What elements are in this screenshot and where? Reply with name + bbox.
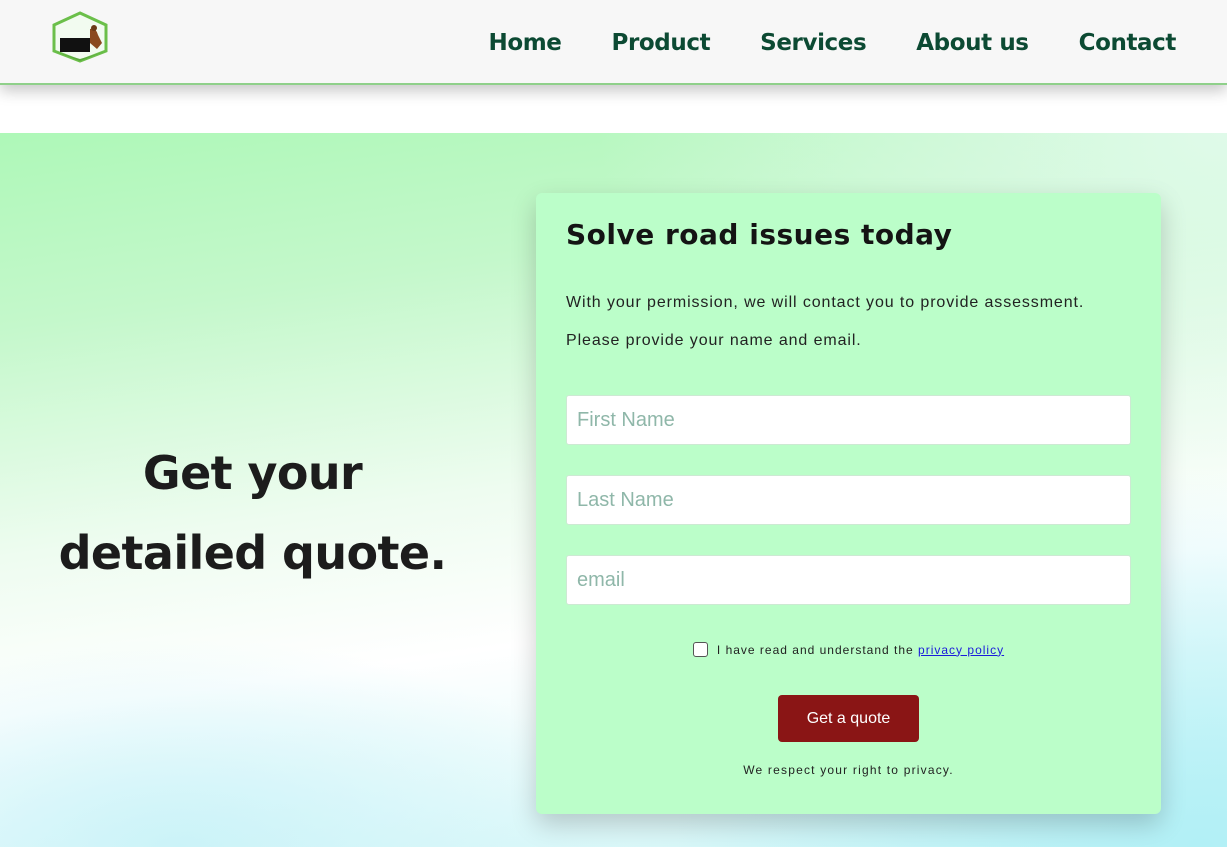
hero-heading-line2: detailed quote. [58,526,447,580]
privacy-consent-row: I have read and understand the privacy p… [536,642,1161,657]
nav-link-contact[interactable]: Contact [1079,30,1177,56]
main-nav: Home Product Services About us Contact [488,0,1176,85]
hero-heading-line1: Get your [142,446,363,500]
privacy-policy-link[interactable]: privacy policy [918,643,1004,657]
nav-link-services[interactable]: Services [760,30,867,56]
logo-icon[interactable] [48,11,112,63]
quote-form-card: Solve road issues today With your permis… [536,193,1161,814]
email-input[interactable] [566,555,1131,605]
hero-heading: Get your detailed quote. [55,433,450,593]
get-quote-button[interactable]: Get a quote [778,695,919,742]
last-name-input[interactable] [566,475,1131,525]
privacy-consent-checkbox[interactable] [692,642,708,657]
nav-link-about-us[interactable]: About us [916,30,1029,56]
form-intro-line1: With your permission, we will contact yo… [566,294,1085,311]
nav-link-product[interactable]: Product [612,30,711,56]
form-intro-line2: Please provide your name and email. [566,332,862,349]
top-navbar: Home Product Services About us Contact [0,0,1227,85]
nav-link-home[interactable]: Home [488,30,561,56]
privacy-consent-label: I have read and understand the [716,642,914,657]
first-name-input[interactable] [566,395,1131,445]
privacy-note: We respect your right to privacy. [743,763,954,777]
hero-section: Get your detailed quote. Solve road issu… [0,133,1227,847]
form-title: Solve road issues today [566,218,953,251]
